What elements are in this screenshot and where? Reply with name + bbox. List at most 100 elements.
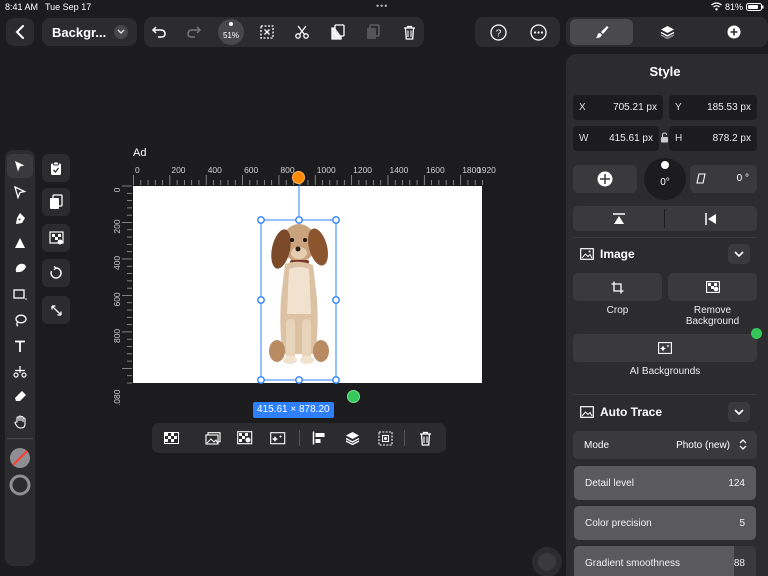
- anchor-button[interactable]: [573, 165, 637, 193]
- flip-vertical-button[interactable]: [573, 206, 664, 231]
- layers-icon: [660, 26, 675, 39]
- eraser-tool[interactable]: [7, 384, 33, 408]
- help-button[interactable]: ?: [484, 18, 512, 46]
- toolbar-divider: [404, 430, 405, 446]
- select-tool[interactable]: [7, 154, 33, 178]
- ai-backgrounds-button[interactable]: [573, 334, 757, 362]
- gradient-smoothness-slider[interactable]: Gradient smoothness 88: [574, 546, 756, 576]
- delete-button[interactable]: [395, 18, 423, 46]
- y-label: Y: [675, 102, 682, 113]
- mask-button[interactable]: [371, 424, 399, 452]
- flip-horizontal-button[interactable]: [665, 206, 757, 231]
- y-field[interactable]: Y 185.53 px: [669, 95, 757, 120]
- duplicate-button[interactable]: [42, 188, 70, 216]
- stroke-swatch-icon: [9, 474, 31, 496]
- ruler-h-label: 1400: [389, 165, 408, 175]
- ruler-h-label: 1920: [477, 165, 496, 175]
- panel-title: Style: [649, 64, 681, 79]
- remove-background-panel-button[interactable]: [668, 273, 757, 301]
- context-toolbar: [152, 423, 446, 453]
- status-time: 8:41 AM: [5, 2, 39, 12]
- panel-resize-handle[interactable]: [751, 328, 762, 339]
- text-tool[interactable]: [7, 334, 33, 358]
- eraser-icon: [14, 391, 26, 401]
- x-value: 705.21 px: [613, 102, 657, 113]
- image-section-toggle[interactable]: [728, 244, 750, 264]
- detail-level-slider[interactable]: Detail level 124: [574, 466, 756, 500]
- selection-dimensions: 415.61 × 878.20: [253, 402, 334, 418]
- auto-trace-toggle[interactable]: [728, 402, 750, 422]
- rotation-dial[interactable]: 0°: [644, 158, 686, 200]
- image-button[interactable]: [199, 424, 227, 452]
- more-button[interactable]: [524, 18, 552, 46]
- tab-layers[interactable]: [636, 19, 699, 45]
- brush-tool[interactable]: [7, 256, 33, 280]
- direct-select-tool[interactable]: [7, 180, 33, 204]
- tab-style[interactable]: [570, 19, 633, 45]
- document-title-button[interactable]: Backgr...: [42, 18, 137, 46]
- copy-button[interactable]: [324, 18, 352, 46]
- lasso-tool[interactable]: [7, 308, 33, 332]
- ruler-v-label: 800: [112, 329, 122, 343]
- transparency-button[interactable]: [157, 424, 185, 452]
- redo-button[interactable]: [180, 18, 208, 46]
- artboard-name[interactable]: Ad: [133, 147, 146, 159]
- ruler-h-label: 400: [208, 165, 222, 175]
- pen-tool[interactable]: [7, 206, 33, 230]
- ruler-h-label: 200: [171, 165, 185, 175]
- detail-level-value: 124: [728, 478, 745, 489]
- height-field[interactable]: H 878.2 px: [669, 126, 757, 151]
- rotation-value: 0°: [660, 176, 670, 188]
- rotate-button[interactable]: [42, 259, 70, 287]
- rectangle-icon: [13, 289, 27, 300]
- chevron-down-icon: [734, 250, 744, 257]
- skew-field[interactable]: 0 °: [690, 165, 757, 193]
- arrange-button[interactable]: [338, 424, 366, 452]
- x-field[interactable]: X 705.21 px: [573, 95, 663, 120]
- pencil-tool[interactable]: [7, 231, 33, 255]
- paste-in-place-button[interactable]: [42, 154, 70, 182]
- mode-select[interactable]: Mode Photo (new): [573, 431, 757, 459]
- color-precision-slider[interactable]: Color precision 5: [574, 506, 756, 540]
- ai-background-button[interactable]: [264, 424, 292, 452]
- cut-button[interactable]: [288, 18, 316, 46]
- tab-add[interactable]: [702, 19, 765, 45]
- undo-button[interactable]: [145, 18, 173, 46]
- multitask-dots-icon[interactable]: •••: [376, 1, 388, 11]
- ruler-v-label: 600: [112, 292, 122, 306]
- remove-background-button[interactable]: [231, 424, 259, 452]
- align-button[interactable]: [305, 424, 333, 452]
- floating-action-button[interactable]: [532, 547, 562, 576]
- stroke-swatch[interactable]: [9, 474, 31, 496]
- flip-group: [573, 206, 757, 231]
- delete-selection-button[interactable]: [411, 424, 439, 452]
- duplicate-icon: [50, 194, 63, 209]
- scale-button[interactable]: [42, 296, 70, 324]
- rotate-handle[interactable]: [292, 171, 305, 184]
- trash-icon: [419, 431, 431, 446]
- vertical-ruler: 0 200 400 600 800 1080: [110, 185, 132, 405]
- no-fill-swatch-icon: [10, 448, 30, 468]
- detail-level-label: Detail level: [585, 478, 634, 489]
- rectangle-tool[interactable]: [7, 282, 33, 306]
- h-label: H: [675, 133, 683, 144]
- more-icon: [529, 23, 547, 41]
- mode-label: Mode: [584, 440, 610, 451]
- color-precision-value: 5: [739, 518, 745, 529]
- lock-aspect-icon[interactable]: [660, 132, 669, 143]
- scissors-tool[interactable]: [7, 359, 33, 383]
- green-handle[interactable]: [347, 390, 360, 403]
- back-button[interactable]: [6, 18, 34, 46]
- zoom-button[interactable]: 51%: [218, 19, 244, 45]
- crop-button[interactable]: [573, 273, 662, 301]
- replace-image-button[interactable]: [42, 224, 70, 252]
- align-left-icon: [312, 431, 325, 445]
- lasso-icon: [14, 314, 27, 327]
- width-field[interactable]: W 415.61 px: [573, 126, 659, 151]
- crop-label: Crop: [606, 305, 629, 316]
- x-label: X: [579, 102, 586, 113]
- hand-tool[interactable]: [7, 410, 33, 434]
- fill-swatch[interactable]: [9, 447, 31, 469]
- paste-button[interactable]: [359, 18, 387, 46]
- deselect-button[interactable]: [253, 18, 281, 46]
